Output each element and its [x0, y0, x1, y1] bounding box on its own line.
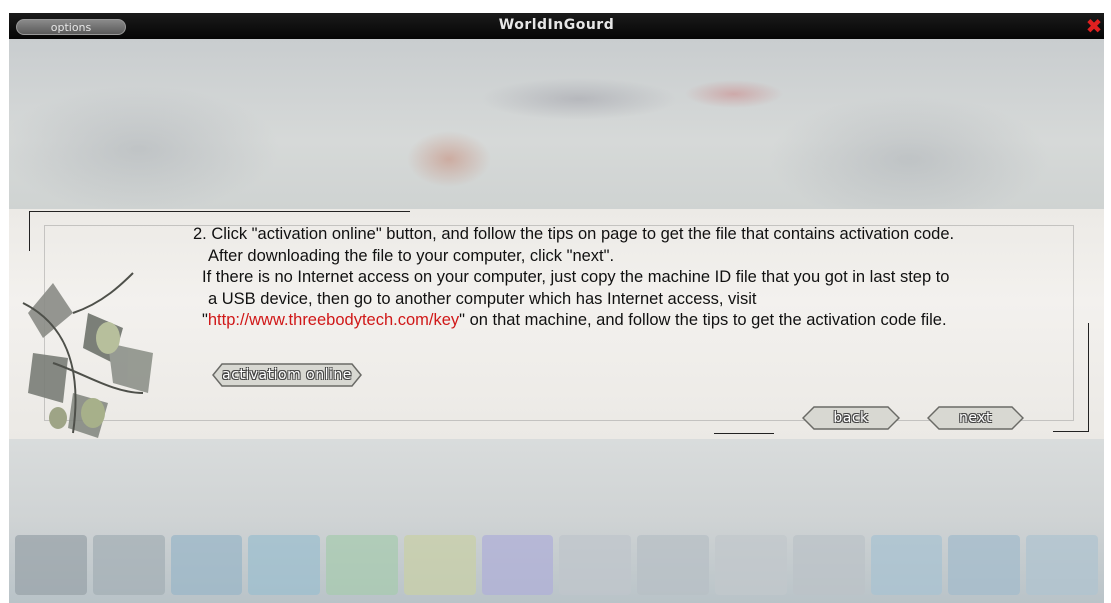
- frame-top-line: [29, 211, 410, 212]
- instruction-line: a USB device, then go to another compute…: [208, 289, 757, 308]
- blurred-keyboard: [9, 535, 1104, 595]
- instruction-line: 2. Click "activation online" button, and…: [193, 225, 955, 243]
- activation-online-button[interactable]: activatiom online: [212, 363, 362, 387]
- instruction-line: If there is no Internet access on your c…: [202, 268, 950, 286]
- app-window: options WorldInGourd ✖ 2. Click "activat…: [9, 13, 1104, 603]
- next-button[interactable]: next: [927, 406, 1024, 430]
- gourd-plant-illustration: [22, 272, 153, 438]
- title-bar: options WorldInGourd ✖: [9, 13, 1104, 39]
- close-icon[interactable]: ✖: [1084, 15, 1104, 37]
- next-label: next: [958, 410, 992, 426]
- activation-online-label: activatiom online: [222, 367, 352, 383]
- blurred-background-top: [9, 39, 1104, 209]
- instruction-text: 2. Click "activation online" button, and…: [193, 224, 1093, 332]
- instruction-line-rest: " on that machine, and follow the tips t…: [459, 311, 947, 329]
- frame-right-line: [1088, 323, 1089, 431]
- back-button[interactable]: back: [802, 406, 900, 430]
- blurred-background-bottom: [9, 439, 1104, 603]
- window-title: WorldInGourd: [498, 17, 615, 33]
- frame-bottom-right-line: [1053, 431, 1089, 432]
- activation-url-link[interactable]: http://www.threebodytech.com/key: [208, 311, 459, 329]
- back-label: back: [833, 410, 869, 426]
- frame-bottom-mid-line: [714, 433, 774, 434]
- instruction-line: "http://www.threebodytech.com/key" on th…: [193, 310, 1093, 332]
- instruction-line: After downloading the file to your compu…: [208, 246, 615, 265]
